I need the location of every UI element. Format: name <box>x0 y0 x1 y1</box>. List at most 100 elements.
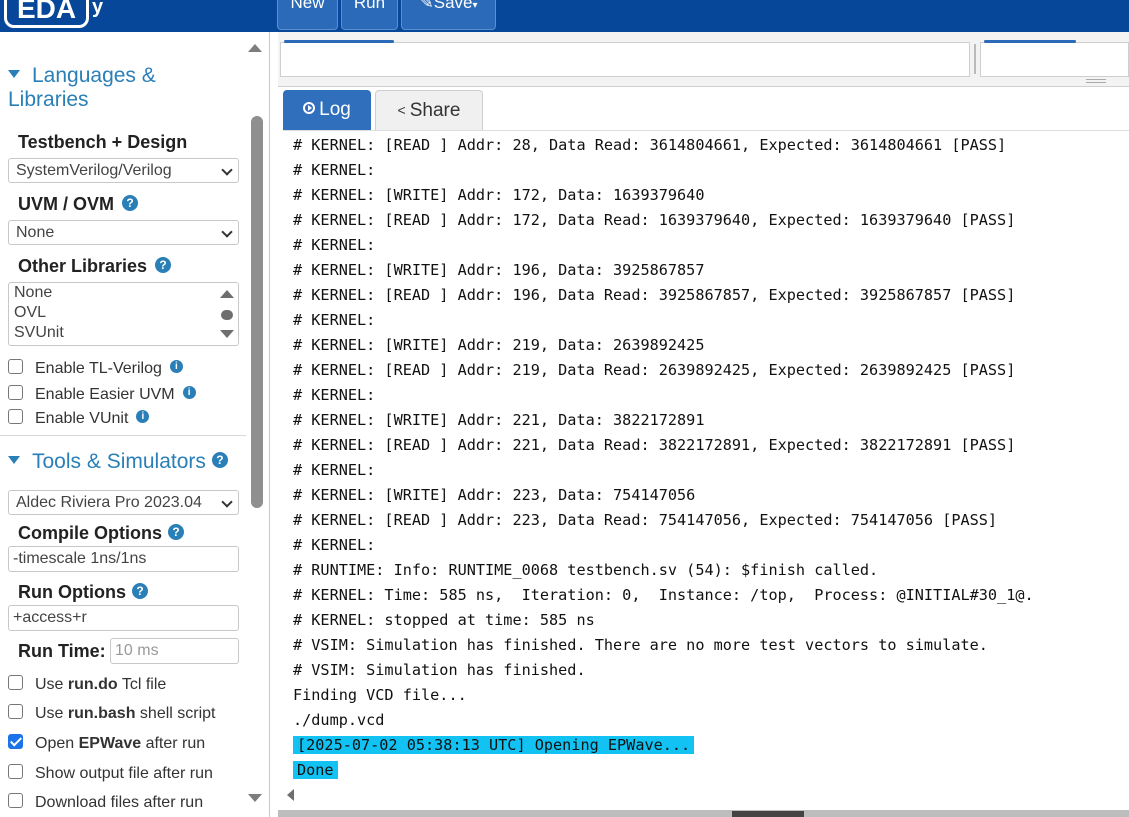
checkbox-box[interactable] <box>8 359 23 375</box>
log-output: # KERNEL: [READ ] Addr: 28, Data Read: 3… <box>283 130 1129 788</box>
tab-share-label: Share <box>409 100 461 122</box>
scroll-left-icon[interactable] <box>287 789 294 801</box>
eda-logo[interactable]: EDA <box>4 0 89 28</box>
log-line: # KERNEL: [READ ] Addr: 28, Data Read: 3… <box>293 136 1007 154</box>
help-icon[interactable]: ? <box>155 257 172 274</box>
checkbox-box[interactable] <box>8 409 23 425</box>
log-line: # KERNEL: <box>293 536 376 554</box>
help-icon[interactable]: ? <box>122 195 139 212</box>
use-run-do-checkbox[interactable]: Use run.do Tcl file <box>8 675 166 694</box>
caret-down-icon <box>8 456 20 465</box>
checkbox-box[interactable] <box>8 793 23 809</box>
run-button[interactable]: Run <box>341 0 398 30</box>
scroll-down-icon[interactable] <box>220 330 234 338</box>
tools-title: Tools & Simulators <box>32 450 206 473</box>
checkbox-label: Enable VUnit <box>35 410 129 427</box>
open-epwave-checkbox[interactable]: Open EPWave after run <box>8 734 205 753</box>
tab-log[interactable]: Log <box>283 90 371 130</box>
bottom-scrollbar-thumb[interactable] <box>732 811 804 817</box>
run-options-label-text: Run Options <box>18 582 126 602</box>
scroll-up-icon[interactable] <box>220 290 234 298</box>
save-button[interactable]: ✎ Save▾ <box>401 0 496 30</box>
run-options-input[interactable]: +access+r <box>8 605 239 631</box>
bottom-scrollbar[interactable] <box>278 810 1129 817</box>
pencil-icon: ✎ <box>419 0 434 12</box>
testbench-select[interactable]: SystemVerilog/Verilog <box>8 158 239 183</box>
languages-section-header[interactable]: Languages & Libraries <box>8 64 208 112</box>
log-line: # KERNEL: [READ ] Addr: 223, Data Read: … <box>293 511 998 529</box>
log-line: # VSIM: Simulation has finished. <box>293 661 586 679</box>
download-files-checkbox[interactable]: Download files after run <box>8 793 203 812</box>
checkbox-label: Use <box>35 705 68 722</box>
checkbox-label-bold: run.bash <box>67 705 136 722</box>
resize-handle[interactable] <box>1086 79 1106 83</box>
list-item[interactable]: OVL <box>9 303 238 323</box>
save-button-label: Save <box>433 0 473 12</box>
checkbox-label: Open <box>35 735 79 752</box>
languages-title: Languages & Libraries <box>8 64 156 111</box>
editor-tab-left[interactable] <box>284 40 394 43</box>
play-circle-icon <box>303 101 316 114</box>
testbench-label: Testbench + Design <box>18 132 188 152</box>
log-line: # KERNEL: <box>293 311 376 329</box>
list-item[interactable]: SVUnit <box>9 323 238 343</box>
info-icon[interactable]: i <box>136 410 150 424</box>
uvm-label-text: UVM / OVM <box>18 194 115 214</box>
compile-options-label: Compile Options? <box>18 523 184 544</box>
tab-share[interactable]: < Share <box>375 90 483 130</box>
checkbox-label: Enable TL-Verilog <box>35 360 162 377</box>
log-line: # KERNEL: <box>293 461 376 479</box>
info-icon[interactable]: i <box>169 360 183 374</box>
log-line: # KERNEL: <box>293 236 376 254</box>
log-line: # KERNEL: [WRITE] Addr: 219, Data: 26398… <box>293 336 705 354</box>
sidebar-scrollbar-thumb[interactable] <box>251 116 263 508</box>
help-icon[interactable]: ? <box>131 583 148 600</box>
log-line: # KERNEL: <box>293 386 376 404</box>
editor-pane-left[interactable] <box>280 42 970 77</box>
show-output-file-checkbox[interactable]: Show output file after run <box>8 764 213 783</box>
enable-tl-verilog-checkbox[interactable]: Enable TL-Verilog i <box>8 359 183 378</box>
checkbox-box[interactable] <box>8 764 23 780</box>
run-time-input[interactable]: 10 ms <box>110 638 239 664</box>
new-button[interactable]: New <box>277 0 338 30</box>
checkbox-box[interactable] <box>8 385 23 401</box>
pane-splitter[interactable] <box>974 44 976 74</box>
log-line: # KERNEL: Time: 585 ns, Iteration: 0, In… <box>293 586 1034 604</box>
checkbox-label-bold: run.do <box>67 676 118 693</box>
enable-easier-uvm-checkbox[interactable]: Enable Easier UVM i <box>8 385 196 404</box>
checkbox-box[interactable] <box>8 704 23 720</box>
editor-pane-right[interactable] <box>980 42 1129 77</box>
caret-down-icon <box>8 70 20 79</box>
log-line: # KERNEL: [WRITE] Addr: 196, Data: 39258… <box>293 261 705 279</box>
checkbox-label-bold: EPWave <box>78 735 142 752</box>
chevron-down-icon <box>221 226 233 238</box>
checkbox-box[interactable] <box>8 675 23 691</box>
top-bar: EDA y New Run ✎ Save▾ <box>0 0 1129 32</box>
compile-options-input[interactable]: -timescale 1ns/1ns <box>8 546 239 572</box>
scroll-up-icon[interactable] <box>248 44 262 52</box>
other-libraries-list[interactable]: None OVL SVUnit <box>8 282 239 346</box>
uvm-select-value: None <box>16 224 55 241</box>
list-item[interactable]: None <box>9 283 238 303</box>
editor-tab-right[interactable] <box>984 40 1076 43</box>
new-button-label: New <box>290 0 325 12</box>
log-highlight-line: Done <box>293 758 338 783</box>
checkbox-box-checked[interactable] <box>8 734 23 750</box>
use-run-bash-checkbox[interactable]: Use run.bash shell script <box>8 704 216 723</box>
scroll-thumb[interactable] <box>221 310 233 320</box>
help-icon[interactable]: ? <box>211 452 228 469</box>
log-line: # KERNEL: [READ ] Addr: 219, Data Read: … <box>293 361 1016 379</box>
sidebar: Languages & Libraries Testbench + Design… <box>0 32 270 817</box>
simulator-select[interactable]: Aldec Riviera Pro 2023.04 <box>8 490 239 515</box>
log-line: # KERNEL: [READ ] Addr: 172, Data Read: … <box>293 211 1016 229</box>
uvm-select[interactable]: None <box>8 220 239 245</box>
help-icon[interactable]: ? <box>168 524 184 541</box>
log-highlight-line: [2025-07-02 05:38:13 UTC] Opening EPWave… <box>293 733 695 758</box>
section-divider <box>0 435 246 436</box>
tab-log-label: Log <box>319 99 351 120</box>
enable-vunit-checkbox[interactable]: Enable VUnit i <box>8 409 150 428</box>
log-line: # KERNEL: [WRITE] Addr: 223, Data: 75414… <box>293 486 696 504</box>
scroll-down-icon[interactable] <box>248 794 262 802</box>
info-icon[interactable]: i <box>182 386 196 400</box>
tools-section-header[interactable]: Tools & Simulators? <box>8 450 228 474</box>
